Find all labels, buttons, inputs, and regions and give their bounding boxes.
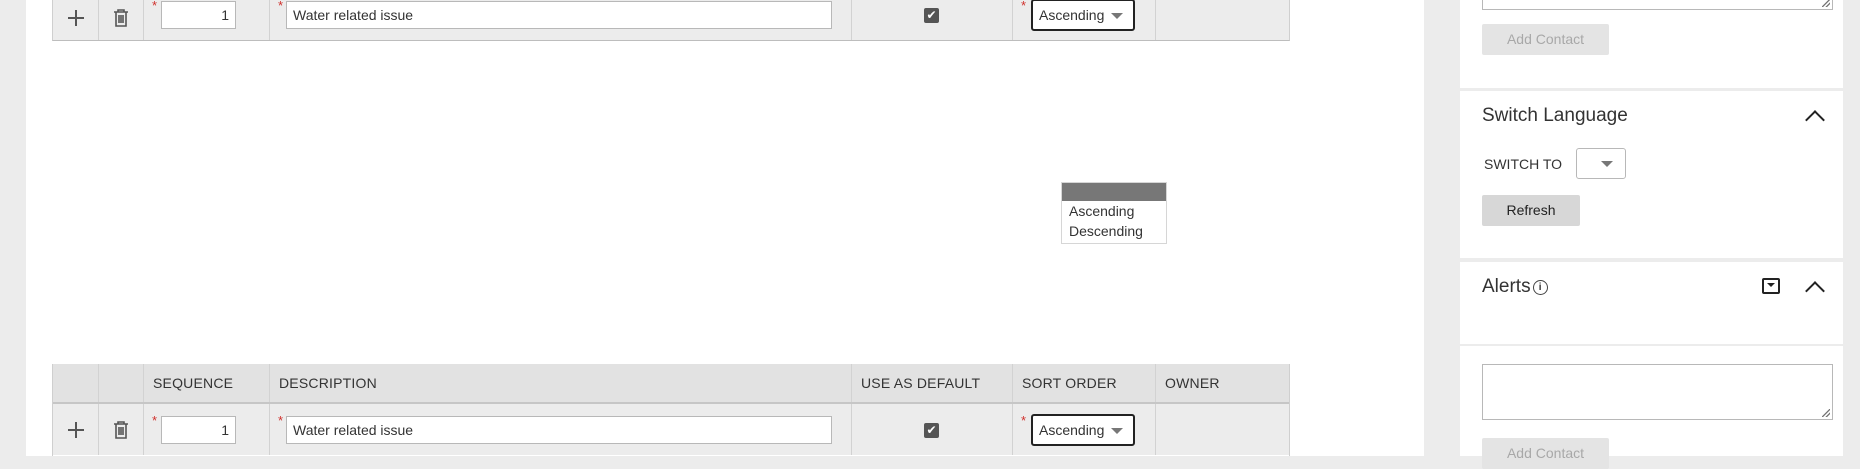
resize-handle-icon[interactable]	[1822, 0, 1830, 7]
delete-row-cell	[99, 0, 144, 40]
description-input[interactable]: Water related issue	[286, 416, 832, 444]
switch-to-label: SWITCH TO	[1484, 156, 1563, 172]
add-contact-button[interactable]: Add Contact	[1482, 438, 1609, 469]
sequence-cell: * 1	[144, 0, 270, 40]
header-sort-order-label: SORT ORDER	[1022, 375, 1117, 391]
alerts-panel: Alerts i	[1460, 262, 1843, 344]
sort-order-dropdown-list: Ascending Descending	[1061, 182, 1167, 244]
sort-order-select[interactable]: Ascending	[1031, 0, 1135, 31]
grid-top: * 1 * Water related issue ✔ * Ascending	[52, 0, 1290, 41]
sort-order-value: Ascending	[1039, 7, 1105, 23]
header-sort-order[interactable]: SORT ORDER	[1013, 364, 1156, 402]
main-content: * 1 * Water related issue ✔ * Ascending …	[26, 0, 1424, 456]
table-row: * 1 * Water related issue ✔ * Ascending	[53, 0, 1289, 40]
header-sequence[interactable]: SEQUENCE	[144, 364, 270, 402]
header-description[interactable]: DESCRIPTION	[270, 364, 852, 402]
checkmark-icon: ✔	[926, 423, 937, 437]
use-as-default-checkbox[interactable]: ✔	[924, 8, 939, 23]
contacts-textarea[interactable]	[1482, 0, 1833, 10]
checkmark-icon: ✔	[926, 8, 937, 22]
description-cell: * Water related issue	[270, 404, 852, 455]
contacts-panel: Add Contact	[1460, 0, 1843, 88]
alerts-title: Alerts i	[1482, 276, 1548, 298]
dropdown-option-ascending[interactable]: Ascending	[1062, 201, 1166, 221]
required-marker: *	[1021, 413, 1027, 428]
table-row: * 1 * Water related issue ✔ * Ascending	[53, 404, 1289, 455]
table-header: SEQUENCE DESCRIPTION USE AS DEFAULT SORT…	[53, 364, 1289, 404]
sort-order-select[interactable]: Ascending	[1031, 414, 1135, 446]
required-marker: *	[152, 0, 158, 13]
header-blank-2	[99, 364, 144, 402]
switch-language-panel: Switch Language SWITCH TO Refresh	[1460, 91, 1843, 258]
second-contacts-textarea[interactable]	[1482, 364, 1833, 420]
header-sequence-label: SEQUENCE	[153, 375, 234, 391]
description-input[interactable]: Water related issue	[286, 1, 832, 29]
grid-bottom: SEQUENCE DESCRIPTION USE AS DEFAULT SORT…	[52, 364, 1290, 456]
add-row-icon[interactable]	[67, 9, 85, 27]
sequence-cell: * 1	[144, 404, 270, 455]
second-contacts-panel: Add Contact	[1460, 346, 1843, 469]
trash-icon[interactable]	[113, 420, 129, 439]
chevron-down-icon	[1111, 13, 1123, 19]
header-blank-1	[53, 364, 99, 402]
sequence-input[interactable]: 1	[161, 1, 236, 29]
alerts-title-text: Alerts	[1482, 276, 1531, 297]
add-row-cell	[53, 404, 99, 455]
owner-cell	[1156, 404, 1289, 455]
add-contact-button[interactable]: Add Contact	[1482, 24, 1609, 55]
chevron-down-icon	[1111, 428, 1123, 434]
switch-language-title: Switch Language	[1482, 105, 1628, 126]
header-description-label: DESCRIPTION	[279, 375, 377, 391]
resize-handle-icon[interactable]	[1822, 409, 1830, 417]
trash-icon[interactable]	[113, 8, 129, 27]
required-marker: *	[152, 413, 158, 428]
dropdown-empty-option[interactable]	[1062, 183, 1166, 201]
use-as-default-checkbox[interactable]: ✔	[924, 423, 939, 438]
sort-order-cell: * Ascending	[1013, 0, 1156, 40]
refresh-button[interactable]: Refresh	[1482, 195, 1580, 226]
header-use-as-default[interactable]: USE AS DEFAULT	[852, 364, 1013, 402]
header-owner-label: OWNER	[1165, 375, 1220, 391]
right-sidebar: Add Contact Switch Language SWITCH TO Re…	[1426, 0, 1860, 469]
use-as-default-cell: ✔	[852, 0, 1013, 40]
inbox-tray-icon[interactable]	[1762, 278, 1780, 294]
required-marker: *	[278, 413, 284, 428]
sequence-input[interactable]: 1	[161, 416, 236, 444]
delete-row-cell	[99, 404, 144, 455]
add-row-icon[interactable]	[67, 421, 85, 439]
sort-order-value: Ascending	[1039, 422, 1105, 438]
description-cell: * Water related issue	[270, 0, 852, 40]
chevron-down-icon	[1601, 161, 1613, 167]
info-icon[interactable]: i	[1532, 280, 1548, 295]
owner-cell	[1156, 0, 1289, 40]
required-marker: *	[1021, 0, 1027, 13]
collapse-chevron-icon[interactable]	[1805, 110, 1825, 130]
use-as-default-cell: ✔	[852, 404, 1013, 455]
collapse-chevron-icon[interactable]	[1805, 281, 1825, 301]
dropdown-option-descending[interactable]: Descending	[1062, 221, 1166, 241]
add-row-cell	[53, 0, 99, 40]
header-use-as-default-label: USE AS DEFAULT	[861, 375, 981, 391]
sort-order-cell: * Ascending	[1013, 404, 1156, 455]
header-owner[interactable]: OWNER	[1156, 364, 1289, 402]
required-marker: *	[278, 0, 284, 13]
language-select[interactable]	[1576, 148, 1626, 179]
